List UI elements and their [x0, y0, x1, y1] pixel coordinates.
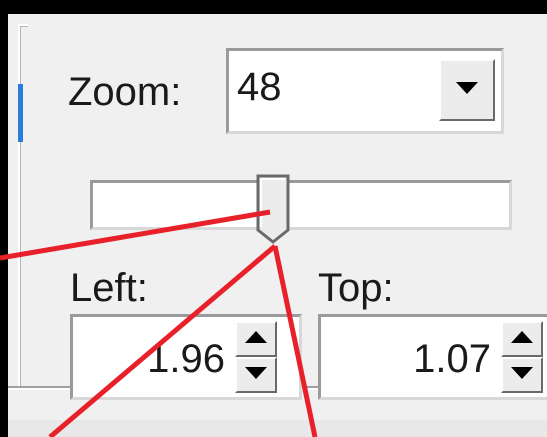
spin-up-arrow-icon	[245, 330, 267, 348]
spin-down-arrow-icon	[511, 366, 533, 384]
top-decrement-button[interactable]	[501, 357, 543, 393]
bottom-strip	[8, 420, 547, 437]
top-label: Top:	[318, 266, 394, 310]
zoom-slider-track[interactable]	[90, 180, 512, 230]
zoom-value[interactable]: 48	[237, 65, 282, 110]
dropdown-arrow-icon	[456, 81, 478, 99]
window-left-border	[0, 0, 8, 437]
spin-down-arrow-icon	[245, 366, 267, 384]
top-value[interactable]: 1.07	[413, 337, 491, 382]
spin-up-arrow-icon	[511, 330, 533, 348]
top-spin-buttons[interactable]	[501, 321, 543, 393]
left-spinbox[interactable]: 1.96	[70, 314, 302, 400]
window-top-border	[0, 0, 547, 14]
top-spinbox[interactable]: 1.07	[318, 314, 547, 400]
zoom-label: Zoom:	[68, 70, 182, 114]
left-decrement-button[interactable]	[235, 357, 277, 393]
zoom-combobox[interactable]: 48	[226, 48, 504, 134]
left-increment-button[interactable]	[235, 321, 277, 357]
focus-accent-bar	[18, 84, 23, 142]
left-value[interactable]: 1.96	[147, 337, 225, 382]
top-increment-button[interactable]	[501, 321, 543, 357]
left-label: Left:	[70, 266, 148, 310]
left-spin-buttons[interactable]	[235, 321, 277, 393]
group-border	[18, 24, 28, 388]
zoom-slider-thumb[interactable]	[254, 174, 294, 244]
zoom-dropdown-button[interactable]	[439, 59, 495, 121]
